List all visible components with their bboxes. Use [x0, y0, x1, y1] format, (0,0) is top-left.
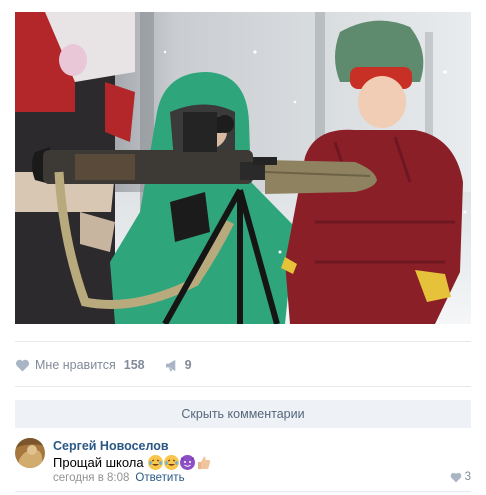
avatar[interactable]	[15, 438, 45, 468]
share-button[interactable]: 9	[165, 358, 192, 372]
divider	[15, 491, 471, 492]
reply-button[interactable]: Ответить	[135, 472, 184, 484]
heart-icon	[450, 472, 461, 482]
share-count: 9	[184, 358, 192, 372]
divider	[15, 386, 471, 387]
comment-text: Прощай школа	[53, 455, 144, 470]
comment-author[interactable]: Сергей Новоселов	[53, 439, 169, 453]
megaphone-icon	[165, 359, 175, 371]
comment-like-button[interactable]: 3	[450, 471, 471, 483]
post-actions: Мне нравится 158 9	[15, 356, 192, 374]
comment-text-row: Прощай школа	[53, 455, 212, 470]
divider	[15, 341, 471, 342]
like-count: 158	[123, 358, 145, 372]
post-photo[interactable]	[15, 12, 471, 324]
thumbs-up-icon	[196, 455, 211, 470]
like-label: Мне нравится	[35, 358, 116, 372]
hide-comments-button[interactable]: Скрыть комментарии	[15, 400, 471, 428]
smiling-imp-icon	[179, 455, 195, 470]
heart-icon	[15, 359, 30, 372]
comment-emojis	[147, 455, 212, 470]
comment-time[interactable]: сегодня в 8:08	[53, 472, 129, 484]
comment-like-count: 3	[464, 471, 471, 483]
comment-meta: сегодня в 8:08 Ответить	[53, 472, 185, 484]
like-button[interactable]: Мне нравится 158	[15, 358, 145, 372]
comment-item: Сергей Новоселов Прощай школа сегодня в …	[15, 438, 471, 488]
laughing-tears-icon	[147, 455, 163, 470]
laughing-tears-icon	[163, 455, 179, 470]
